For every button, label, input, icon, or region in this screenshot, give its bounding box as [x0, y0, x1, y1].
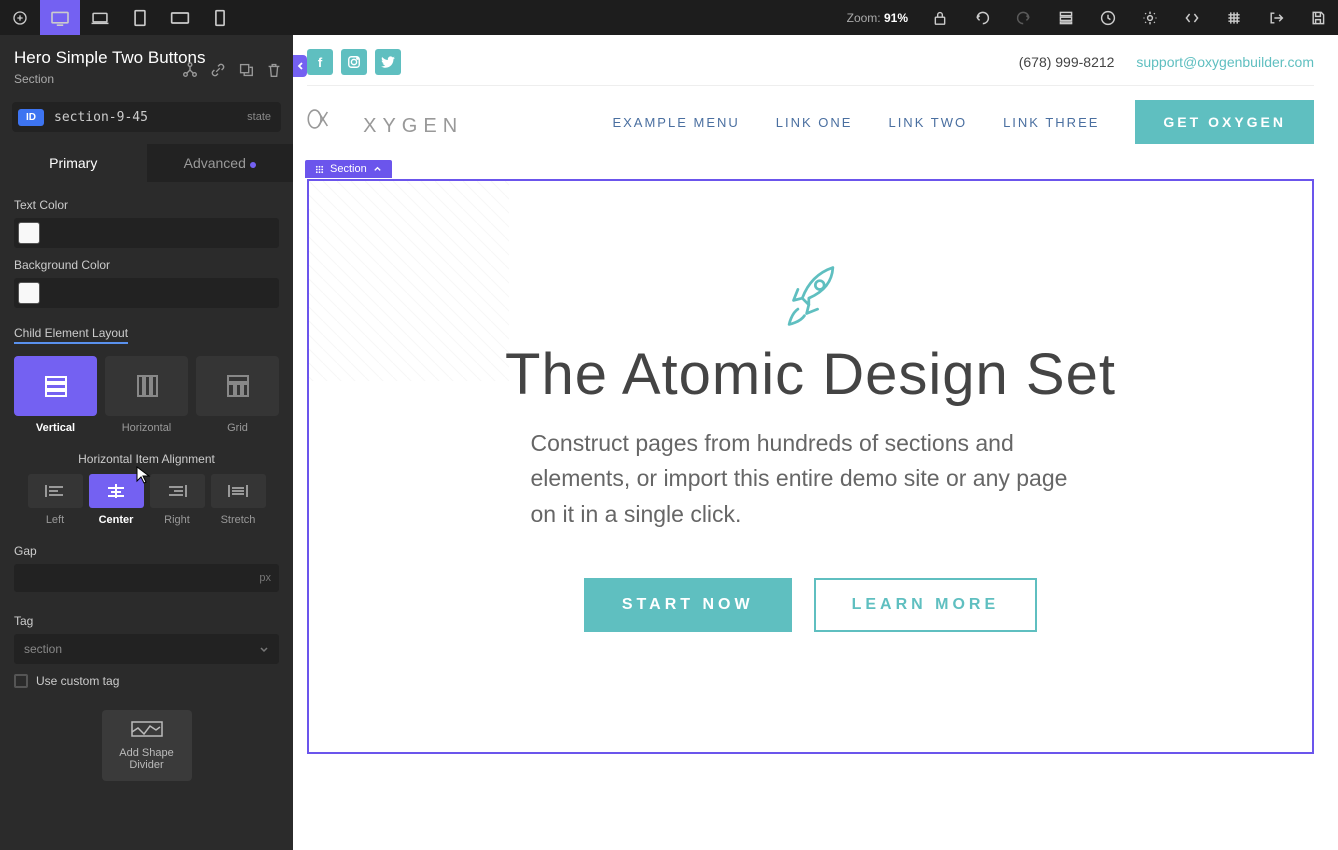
site-top-bar: f (678) 999-8212 support@oxygenbuilder.c…: [307, 49, 1314, 85]
nav-link-two[interactable]: LINK TWO: [888, 115, 967, 130]
tab-primary[interactable]: Primary: [0, 144, 147, 182]
get-oxygen-button[interactable]: GET OXYGEN: [1135, 100, 1314, 144]
gap-unit[interactable]: px: [259, 572, 271, 584]
settings-button[interactable]: [1130, 0, 1170, 35]
tag-value: section: [24, 642, 62, 656]
link-icon[interactable]: [209, 61, 227, 79]
section-selection-tag[interactable]: Section: [305, 160, 392, 178]
support-email-link[interactable]: support@oxygenbuilder.com: [1136, 54, 1314, 70]
align-right-button[interactable]: [150, 474, 205, 508]
desktop-view-button[interactable]: [40, 0, 80, 35]
layout-horizontal-button[interactable]: [105, 356, 188, 416]
chevron-down-icon: [259, 644, 269, 654]
canvas: f (678) 999-8212 support@oxygenbuilder.c…: [293, 35, 1338, 850]
bg-color-swatch[interactable]: [18, 282, 40, 304]
save-button[interactable]: [1298, 0, 1338, 35]
contact-info: (678) 999-8212 support@oxygenbuilder.com: [1019, 54, 1314, 70]
tablet-landscape-button[interactable]: [160, 0, 200, 35]
bg-color-label: Background Color: [14, 258, 279, 272]
instagram-icon[interactable]: [341, 49, 367, 75]
nav-link-one[interactable]: LINK ONE: [776, 115, 853, 130]
structure-button[interactable]: [1046, 0, 1086, 35]
layout-section-label: Child Element Layout: [14, 326, 128, 344]
undo-button[interactable]: [962, 0, 1002, 35]
phone-view-button[interactable]: [200, 0, 240, 35]
zoom-indicator: Zoom: 91%: [847, 11, 908, 25]
layout-horizontal-label: Horizontal: [105, 422, 188, 434]
layout-grid-button[interactable]: [196, 356, 279, 416]
duplicate-icon[interactable]: [237, 61, 255, 79]
text-color-input[interactable]: [14, 218, 279, 248]
state-label[interactable]: state: [247, 111, 271, 123]
hero-description: Construct pages from hundreds of section…: [531, 426, 1091, 533]
custom-tag-checkbox[interactable]: Use custom tag: [14, 674, 279, 688]
gap-input-row: px: [14, 564, 279, 592]
shape-divider-icon: [108, 720, 186, 741]
gap-input[interactable]: [22, 571, 259, 585]
alignment-label: Horizontal Item Alignment: [14, 452, 279, 466]
gap-label: Gap: [14, 544, 279, 558]
laptop-view-button[interactable]: [80, 0, 120, 35]
site-logo[interactable]: OXYGEN XYGEN: [307, 106, 463, 138]
tab-advanced[interactable]: Advanced: [147, 144, 294, 182]
device-switcher: [0, 0, 240, 35]
site-navbar: OXYGEN XYGEN EXAMPLE MENU LINK ONE LINK …: [307, 85, 1314, 160]
main-area: Hero Simple Two Buttons Section ID secti…: [0, 35, 1338, 850]
layout-vertical-button[interactable]: [14, 356, 97, 416]
code-button[interactable]: [1172, 0, 1212, 35]
tag-label: Tag: [14, 614, 279, 628]
lock-button[interactable]: [920, 0, 960, 35]
align-stretch-button[interactable]: [211, 474, 266, 508]
add-shape-divider-button[interactable]: Add Shape Divider: [102, 710, 192, 781]
custom-tag-label: Use custom tag: [36, 674, 119, 688]
history-button[interactable]: [1088, 0, 1128, 35]
properties-sidebar: Hero Simple Two Buttons Section ID secti…: [0, 35, 293, 850]
align-stretch-label: Stretch: [211, 514, 266, 526]
id-badge: ID: [18, 109, 44, 126]
phone-number: (678) 999-8212: [1019, 54, 1115, 70]
grid-button[interactable]: [1214, 0, 1254, 35]
learn-more-button[interactable]: LEARN MORE: [814, 578, 1038, 632]
id-selector[interactable]: ID section-9-45 state: [12, 102, 281, 132]
tag-select[interactable]: section: [14, 634, 279, 664]
delete-icon[interactable]: [265, 61, 283, 79]
layout-vertical-label: Vertical: [14, 422, 97, 434]
twitter-icon[interactable]: [375, 49, 401, 75]
hero-section[interactable]: The Atomic Design Set Construct pages fr…: [307, 179, 1314, 755]
add-element-button[interactable]: [0, 0, 40, 35]
nav-link-three[interactable]: LINK THREE: [1003, 115, 1099, 130]
text-color-label: Text Color: [14, 198, 279, 212]
align-center-label: Center: [89, 514, 144, 526]
rocket-icon: [776, 261, 846, 331]
facebook-icon[interactable]: f: [307, 49, 333, 75]
align-left-label: Left: [28, 514, 83, 526]
tree-icon[interactable]: [181, 61, 199, 79]
align-center-button[interactable]: [89, 474, 144, 508]
chevron-up-icon: [373, 165, 382, 174]
bg-color-input[interactable]: [14, 278, 279, 308]
id-value: section-9-45: [54, 110, 247, 125]
nav-example-menu[interactable]: EXAMPLE MENU: [612, 115, 739, 130]
tablet-portrait-button[interactable]: [120, 0, 160, 35]
redo-button[interactable]: [1004, 0, 1044, 35]
top-toolbar: Zoom: 91%: [0, 0, 1338, 35]
section-tag-label: Section: [330, 163, 367, 175]
layout-grid-label: Grid: [196, 422, 279, 434]
exit-button[interactable]: [1256, 0, 1296, 35]
align-left-button[interactable]: [28, 474, 83, 508]
start-now-button[interactable]: START NOW: [584, 578, 792, 632]
hero-bg-pattern: [309, 181, 509, 381]
align-right-label: Right: [150, 514, 205, 526]
text-color-swatch[interactable]: [18, 222, 40, 244]
checkbox-icon: [14, 674, 28, 688]
